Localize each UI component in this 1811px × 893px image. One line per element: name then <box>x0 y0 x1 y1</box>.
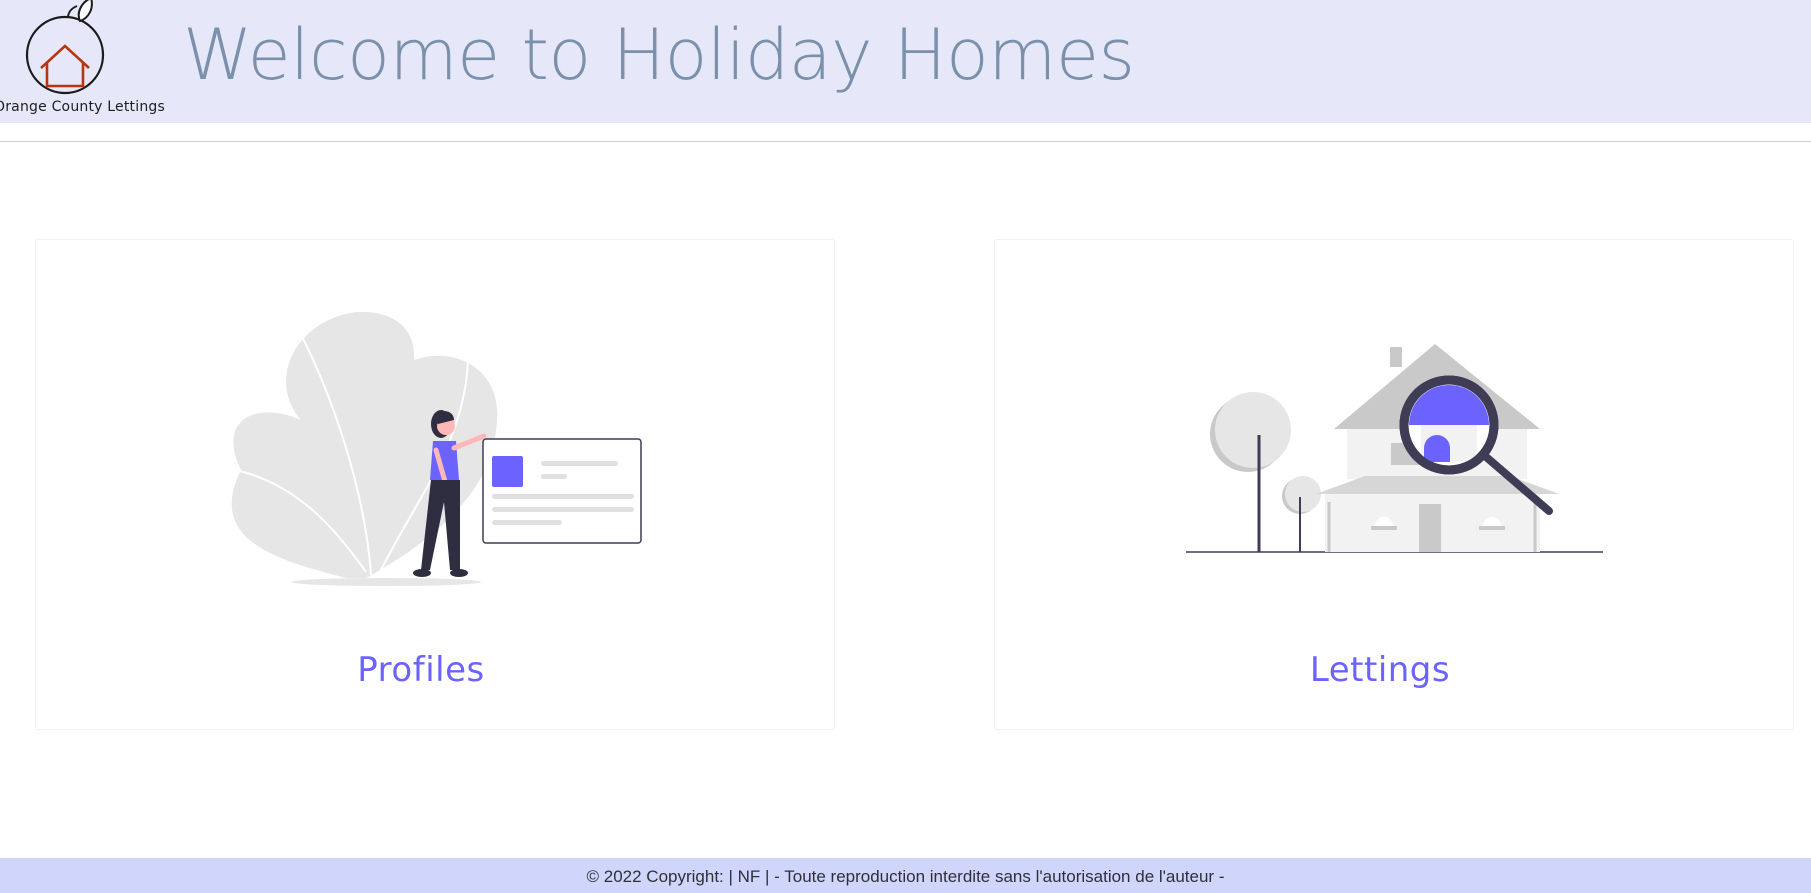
lettings-card[interactable]: Lettings <box>994 239 1794 730</box>
lettings-card-title[interactable]: Lettings <box>995 650 1765 690</box>
header-divider <box>0 141 1811 142</box>
logo-text: Orange County Lettings <box>0 99 165 115</box>
page-title: Welcome to Holiday Homes <box>183 14 1135 96</box>
site-logo[interactable]: Orange County Lettings <box>0 0 165 123</box>
profiles-card-title[interactable]: Profiles <box>36 650 806 690</box>
person-profile-card-illustration <box>225 311 642 586</box>
profiles-card[interactable]: Profiles <box>35 239 835 730</box>
copyright-text: © 2022 Copyright: | NF | - Toute reprodu… <box>586 867 1225 886</box>
site-header: Orange County Lettings Welcome to Holida… <box>0 0 1811 123</box>
orange-house-logo-icon <box>25 0 105 95</box>
site-footer: © 2022 Copyright: | NF | - Toute reprodu… <box>0 858 1811 893</box>
house-magnifier-illustration <box>1186 344 1603 553</box>
